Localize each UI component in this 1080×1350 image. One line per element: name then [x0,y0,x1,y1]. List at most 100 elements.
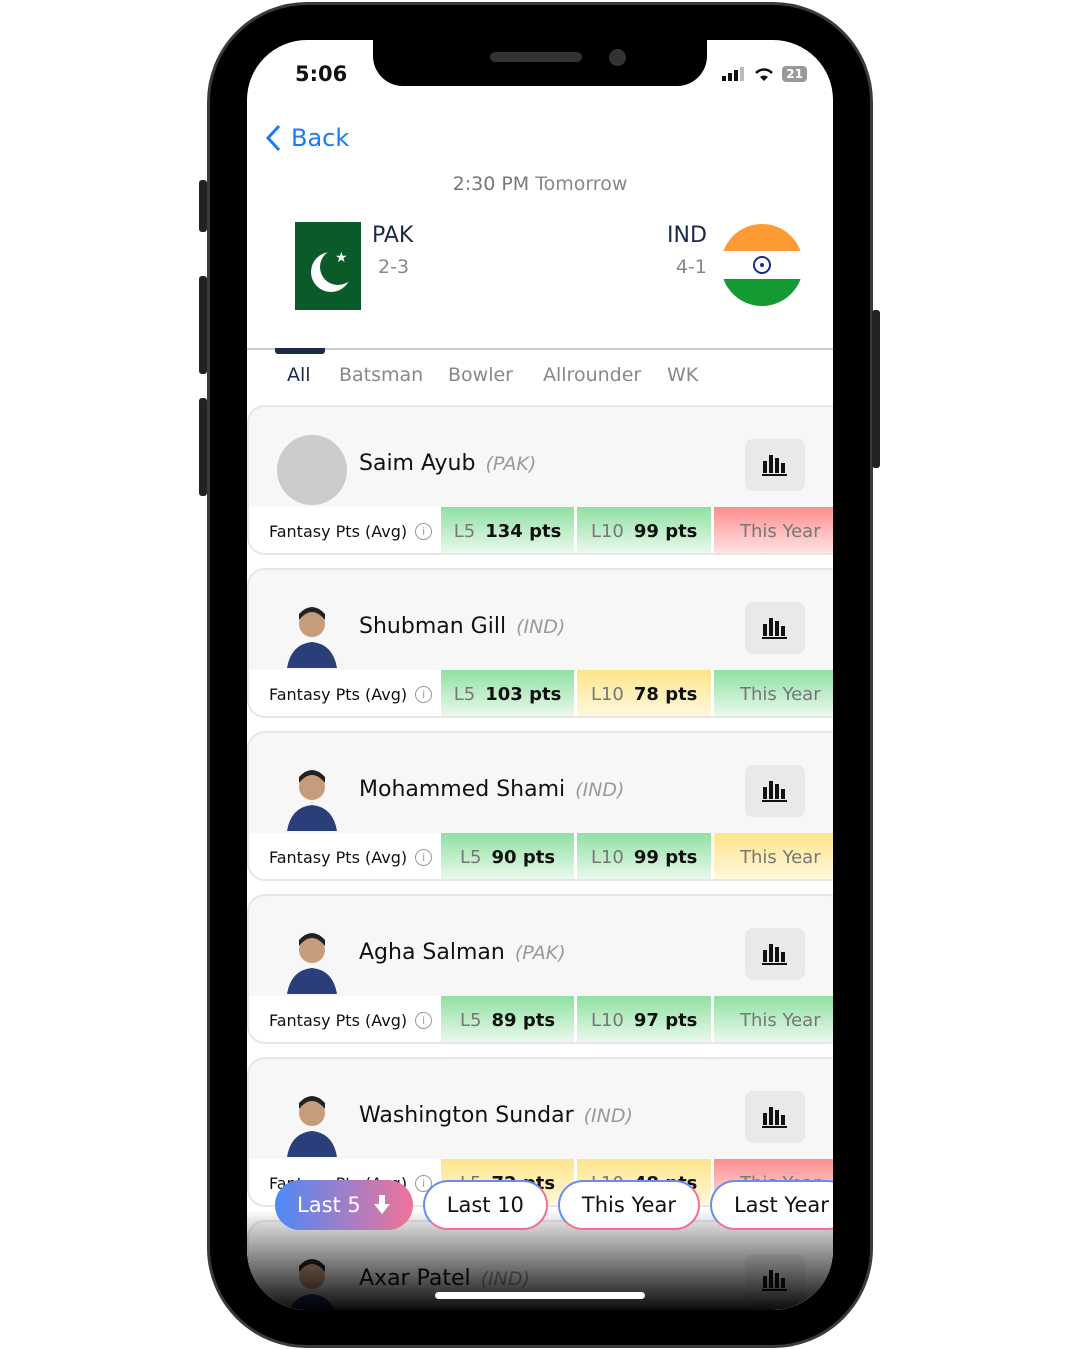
player-name-row: Shubman Gill (IND) [359,614,565,639]
stat-label-text: Fantasy Pts (Avg) [269,684,408,704]
position-tabs: All Batsman Bowler Allrounder WK [247,348,833,406]
fantasy-stats-row: Fantasy Pts (Avg) i L5 134 pts L10 99 pts T… [249,507,833,553]
tab-allrounder[interactable]: Allrounder [543,364,641,386]
info-icon[interactable]: i [415,848,433,866]
back-label: Back [291,124,350,152]
this-year-cell: This Year [714,670,833,716]
fantasy-pts-label: Fantasy Pts (Avg) i [249,670,438,716]
tab-batsman[interactable]: Batsman [339,364,423,386]
this-year-label: This Year [740,846,821,868]
last5-cell: L5 89 pts [440,996,575,1042]
player-team: (PAK) [514,942,566,964]
screen: 5:06 21 Back 2:30 PM Tomorrow ★ PAK 2-3 IN… [247,40,833,1310]
status-icons: 21 [722,66,807,82]
l10-value: 78 pts [633,683,698,705]
away-team: IND 4-1 [667,223,707,278]
fantasy-pts-label: Fantasy Pts (Avg) i [249,833,438,879]
l10-value: 99 pts [633,520,698,542]
last10-cell: L10 97 pts [577,996,711,1042]
home-team: PAK 2-3 [372,223,413,278]
tab-bowler[interactable]: Bowler [448,364,513,386]
status-time: 5:06 [295,62,348,86]
player-name-row: Mohammed Shami (IND) [359,777,624,802]
chevron-left-icon [265,124,281,152]
player-card[interactable]: Agha Salman (PAK) Fantasy Pts (Avg) i L5 89… [247,894,833,1044]
fantasy-pts-label: Fantasy Pts (Avg) i [249,996,438,1042]
player-card[interactable]: Mohammed Shami (IND) Fantasy Pts (Avg) i L… [247,731,833,881]
fantasy-stats-row: Fantasy Pts (Avg) i L5 103 pts L10 78 pts T… [249,670,833,716]
player-name: Saim Ayub [359,451,476,476]
player-team: (IND) [583,1105,633,1127]
home-team-record: 2-3 [378,256,410,278]
match-clock: 2:30 PM [452,173,530,195]
player-name-row: Washington Sundar (IND) [359,1103,633,1128]
filter-this-year[interactable]: This Year [557,1180,700,1230]
player-team: (PAK) [485,453,537,475]
pakistan-flag-icon: ★ [295,222,361,310]
player-card[interactable]: Shubman Gill (IND) Fantasy Pts (Avg) i L5 1… [247,568,833,718]
l5-value: 90 pts [491,846,556,868]
stat-label-text: Fantasy Pts (Avg) [269,847,408,867]
last10-cell: L10 99 pts [577,507,711,553]
tab-all[interactable]: All [287,364,311,386]
player-stats-button[interactable] [745,1091,805,1143]
arrow-down-icon [373,1195,390,1214]
bar-chart-icon [762,781,787,802]
filter-label: Last 10 [446,1193,524,1217]
player-avatar [277,1087,347,1157]
l10-label: L10 [590,683,624,705]
notch [373,40,707,86]
filter-last-10[interactable]: Last 10 [422,1180,548,1230]
l5-label: L5 [460,1009,482,1031]
power-button [872,310,880,468]
l5-value: 134 pts [485,520,562,542]
info-icon[interactable]: i [415,1011,433,1029]
player-stats-button[interactable] [745,928,805,980]
this-year-label: This Year [740,520,821,542]
info-icon[interactable]: i [415,522,433,540]
filter-last-5[interactable]: Last 5 [275,1180,413,1230]
wifi-icon [755,68,774,81]
player-name: Washington Sundar [359,1103,574,1128]
back-button[interactable]: Back [265,124,349,152]
player-name: Shubman Gill [359,614,507,639]
player-name: Agha Salman [359,940,505,965]
filter-label: Last Year [733,1193,829,1217]
l10-label: L10 [590,520,624,542]
player-team: (IND) [516,616,566,638]
match-day: Tomorrow [535,173,628,195]
filter-last-year[interactable]: Last Year [709,1180,833,1230]
player-card[interactable]: Saim Ayub (PAK) Fantasy Pts (Avg) i L5 134 … [247,405,833,555]
player-avatar [277,924,347,994]
home-indicator[interactable] [435,1292,645,1299]
stat-filter-bar: Last 5 Last 10 This Year Last Year [275,1180,833,1230]
last10-cell: L10 78 pts [577,670,711,716]
player-avatar [277,598,347,668]
player-stats-button[interactable] [745,602,805,654]
player-name-row: Saim Ayub (PAK) [359,451,536,476]
battery-indicator: 21 [782,66,807,82]
info-icon[interactable]: i [415,685,433,703]
last5-cell: L5 103 pts [440,670,575,716]
bar-chart-icon [762,944,787,965]
player-stats-button[interactable] [745,765,805,817]
fantasy-pts-label: Fantasy Pts (Avg) i [249,507,438,553]
this-year-label: This Year [740,683,821,705]
india-flag-icon [721,224,803,306]
l10-label: L10 [590,1009,624,1031]
l5-value: 89 pts [491,1009,556,1031]
bar-chart-icon [762,1107,787,1128]
tab-wk[interactable]: WK [667,364,698,386]
player-name: Mohammed Shami [359,777,566,802]
stat-label-text: Fantasy Pts (Avg) [269,521,408,541]
volume-down-button [199,398,207,496]
active-tab-indicator [275,348,325,354]
player-team: (IND) [575,779,625,801]
player-avatar [277,761,347,831]
signal-icon [722,67,745,81]
l5-label: L5 [453,683,476,705]
filter-label: Last 5 [297,1193,361,1217]
away-team-code: IND [667,223,707,248]
fantasy-stats-row: Fantasy Pts (Avg) i L5 90 pts L10 99 pts Th… [249,833,833,879]
player-stats-button[interactable] [745,439,805,491]
